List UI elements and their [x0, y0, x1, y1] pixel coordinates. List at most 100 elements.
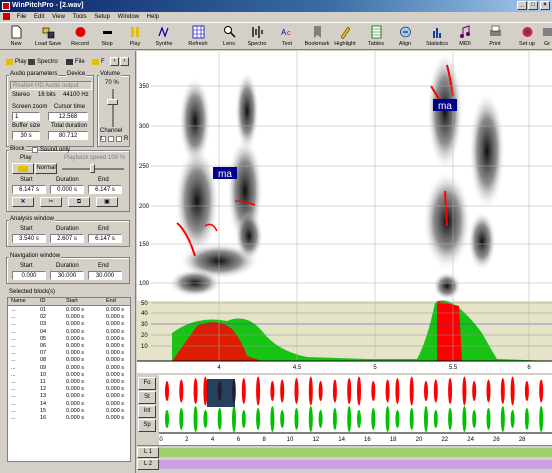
navigation-end-value[interactable]: 30.000 — [88, 271, 122, 280]
tab-play[interactable]: Play — [6, 57, 27, 67]
cell-id: 01 — [40, 307, 47, 313]
refresh-button[interactable]: Refresh — [185, 24, 211, 50]
navigation-duration-value[interactable]: 30.000 — [50, 271, 84, 280]
column-name[interactable]: Name — [11, 298, 26, 305]
stop-button[interactable]: Stop — [97, 24, 117, 50]
analysis-duration-value[interactable]: 2.607 s — [50, 234, 84, 243]
table-row[interactable]: ... 14 0.000 s 0.000 s — [8, 401, 130, 408]
table-row[interactable]: ... 16 0.000 s 0.000 s — [8, 415, 130, 422]
lens-button[interactable]: Lens — [218, 24, 240, 50]
tab-spectro[interactable]: Spectro — [28, 57, 58, 67]
cut-block-button[interactable]: ✂ — [40, 197, 62, 207]
int-button[interactable]: Int — [138, 405, 156, 418]
layer-1-track[interactable] — [159, 448, 552, 457]
overview-waveform[interactable]: 0 2 4 6 8 10 12 14 16 18 20 22 24 26 28 — [159, 375, 552, 445]
setup-button[interactable]: Set up — [515, 24, 539, 50]
table-row[interactable]: ... 09 0.000 s 0.000 s — [8, 365, 130, 372]
block-duration-value[interactable]: 0.000 s — [50, 185, 84, 194]
menu-edit[interactable]: Edit — [31, 12, 47, 22]
column-id[interactable]: ID — [40, 298, 46, 305]
menu-setup[interactable]: Setup — [91, 12, 113, 22]
table-row[interactable]: ... 01 0.000 s 0.000 s — [8, 307, 130, 314]
menu-view[interactable]: View — [49, 12, 68, 22]
channel-mid-checkbox[interactable] — [108, 136, 114, 142]
pitch-burst — [241, 378, 246, 404]
column-start[interactable]: Start — [66, 298, 78, 305]
play-button[interactable]: Play — [125, 24, 145, 50]
menu-window[interactable]: Window — [115, 12, 142, 22]
tab-file[interactable]: File — [66, 57, 85, 67]
table-row[interactable]: ... 15 0.000 s 0.000 s — [8, 408, 130, 415]
midi-button[interactable]: MIDI — [455, 24, 475, 50]
menu-tools[interactable]: Tools — [70, 12, 90, 22]
analysis-end-label: End — [98, 226, 109, 232]
highlight-button[interactable]: Highlight — [333, 24, 357, 50]
tab-f[interactable]: F — [92, 57, 105, 67]
table-row[interactable]: ... 10 0.000 s 0.000 s — [8, 372, 130, 379]
text-button[interactable]: Ac Text — [277, 24, 297, 50]
analysis-end-value[interactable]: 6.147 s — [88, 234, 122, 243]
volume-value: 70 % — [105, 80, 119, 86]
spectrogram-plot[interactable]: 350 300 250 200 150 100 50 40 30 20 10 4 4.5 5 5.5 6 … — [137, 51, 552, 373]
fo-button[interactable]: Fo — [138, 377, 156, 390]
cell-name: ... — [11, 321, 16, 328]
table-row[interactable]: ... 02 0.000 s 0.000 s — [8, 314, 130, 321]
channel-right-checkbox[interactable] — [116, 136, 122, 142]
table-row[interactable]: ... 08 0.000 s 0.000 s — [8, 357, 130, 364]
copy-block-button[interactable]: ⧉ — [68, 197, 90, 207]
new-button[interactable]: New — [4, 24, 28, 50]
menu-file[interactable]: File — [14, 12, 30, 22]
load-save-button[interactable]: Load Save — [32, 24, 64, 50]
table-row[interactable]: ... 05 0.000 s 0.000 s — [8, 336, 130, 343]
table-row[interactable]: ... 11 0.000 s 0.000 s — [8, 379, 130, 386]
save-block-button[interactable]: ▣ — [96, 197, 118, 207]
device-select[interactable]: Realtek HD Audio output — [10, 81, 92, 90]
block-play-button[interactable] — [12, 163, 34, 174]
tab-scroll-right[interactable]: › — [120, 57, 129, 66]
spectrogram-canvas[interactable]: 350300250200150100 5040302010 4 4.5 5 5.5 6 … — [137, 51, 552, 373]
tab-scroll-left[interactable]: ‹ — [110, 57, 119, 66]
block-end-value[interactable]: 6.147 s — [88, 185, 122, 194]
maximize-button[interactable]: □ — [528, 1, 538, 10]
buffer-size-input[interactable]: 30 s — [12, 131, 40, 140]
volume-slider-thumb[interactable] — [107, 99, 118, 105]
tables-button[interactable]: Tables — [366, 24, 386, 50]
selected-blocks-table[interactable]: Name ID Start End ... 01 0.000 s 0.000 s...… — [7, 297, 131, 462]
sp-button[interactable]: Sp — [138, 419, 156, 432]
navigation-start-value[interactable]: 0.000 — [12, 271, 46, 280]
table-row[interactable]: ... 12 0.000 s 0.000 s — [8, 386, 130, 393]
cell-end: 0.000 s — [106, 321, 125, 328]
time-tick-label: 4.5 — [293, 365, 302, 371]
column-end[interactable]: End — [106, 298, 116, 305]
align-button[interactable]: Align — [395, 24, 415, 50]
layer-2-button[interactable]: L 2 — [137, 459, 159, 470]
statistics-button[interactable]: Statistics — [424, 24, 450, 50]
table-row[interactable]: ... 04 0.000 s 0.000 s — [8, 329, 130, 336]
table-row[interactable]: ... 06 0.000 s 0.000 s — [8, 343, 130, 350]
sound-only-checkbox[interactable] — [32, 147, 38, 153]
clear-block-button[interactable]: ✕ — [12, 197, 34, 207]
bookmark-button[interactable]: Bookmark — [303, 24, 331, 50]
table-row[interactable]: ... 13 0.000 s 0.000 s — [8, 393, 130, 400]
playback-speed-thumb[interactable] — [90, 164, 95, 173]
intensity-burst — [203, 410, 208, 428]
menu-help[interactable]: Help — [144, 12, 162, 22]
layer-1-button[interactable]: L 1 — [137, 447, 159, 458]
table-row[interactable]: ... 03 0.000 s 0.000 s — [8, 321, 130, 328]
layer-2-track[interactable] — [159, 460, 552, 469]
print-button[interactable]: Print — [486, 24, 504, 50]
overview-selection[interactable] — [207, 379, 235, 407]
st-button[interactable]: St — [138, 391, 156, 404]
minimize-button[interactable]: _ — [517, 1, 527, 10]
screen-zoom-input[interactable]: 1 — [12, 112, 40, 121]
synthe-button[interactable]: Synthe — [150, 24, 178, 50]
analysis-start-value[interactable]: 3.540 s — [12, 234, 46, 243]
document-icon — [3, 13, 10, 20]
block-start-value[interactable]: 6.147 s — [12, 185, 46, 194]
spectro-button[interactable]: Spectro — [246, 24, 268, 50]
record-button[interactable]: Record — [68, 24, 92, 50]
graph-button[interactable]: Gr — [542, 24, 552, 50]
normal-speed-button[interactable]: Normal — [35, 163, 57, 174]
close-button[interactable]: × — [540, 1, 550, 10]
table-row[interactable]: ... 07 0.000 s 0.000 s — [8, 350, 130, 357]
